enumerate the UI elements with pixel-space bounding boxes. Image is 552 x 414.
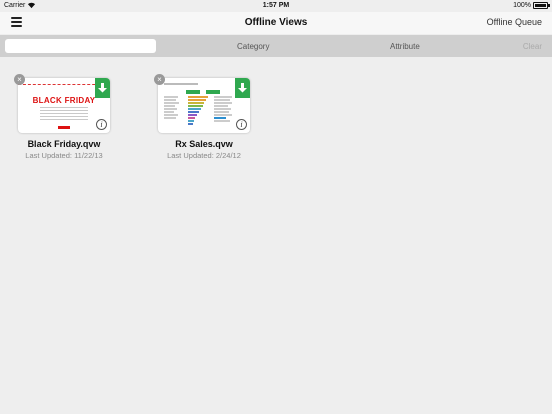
clear-filter-button[interactable]: Clear: [523, 42, 542, 51]
search-input[interactable]: [5, 39, 156, 53]
download-arrow-icon[interactable]: [95, 78, 110, 98]
document-thumbnail[interactable]: BLACK FRIDAY i: [18, 78, 110, 133]
info-icon[interactable]: i: [236, 119, 247, 130]
download-arrow-icon[interactable]: [235, 78, 250, 98]
thumbnail-button: [58, 126, 70, 129]
document-thumbnail[interactable]: i: [158, 78, 250, 133]
thumbnail-table: [214, 96, 236, 123]
close-icon[interactable]: ×: [154, 74, 165, 85]
battery-percent: 100%: [513, 2, 531, 9]
battery-icon: [533, 2, 550, 9]
status-time: 1:57 PM: [262, 2, 290, 9]
document-last-updated: Last Updated: 2/24/12: [167, 151, 241, 160]
page-title: Offline Views: [244, 17, 308, 28]
close-icon[interactable]: ×: [14, 74, 25, 85]
thumbnail-header: [164, 83, 198, 85]
document-last-updated: Last Updated: 11/22/13: [25, 151, 103, 160]
thumbnail-list: [164, 96, 186, 120]
filter-bar: Category Attribute Clear: [0, 35, 552, 57]
status-bar: Carrier 1:57 PM 100%: [0, 0, 552, 12]
document-name[interactable]: Rx Sales.qvw: [138, 139, 270, 149]
info-icon[interactable]: i: [96, 119, 107, 130]
navigation-bar: Offline Views Offline Queue: [0, 12, 552, 34]
attribute-filter-button[interactable]: Attribute: [390, 42, 420, 51]
category-filter-button[interactable]: Category: [237, 42, 269, 51]
thumbnail-metric: [186, 90, 200, 94]
document-name[interactable]: Black Friday.qvw: [0, 139, 130, 149]
offline-queue-button[interactable]: Offline Queue: [487, 17, 542, 27]
thumbnail-text-lines: [40, 107, 88, 122]
thumbnail-metric: [206, 90, 220, 94]
thumbnail-bars: [188, 96, 210, 126]
